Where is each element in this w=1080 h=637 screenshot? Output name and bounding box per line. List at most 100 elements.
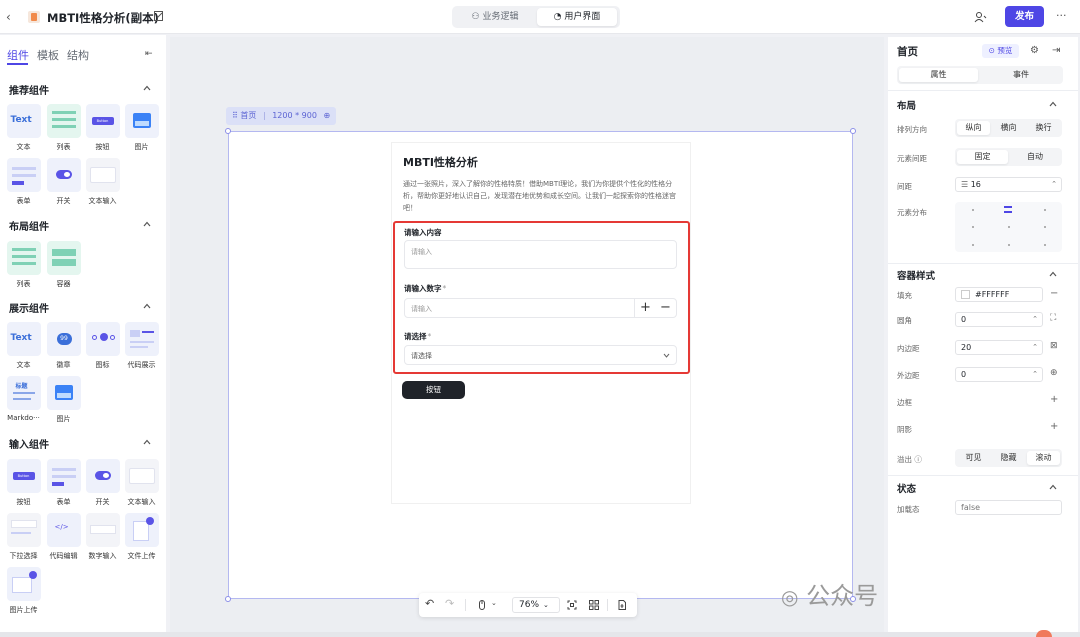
spacing-auto[interactable]: 自动 bbox=[1010, 150, 1060, 164]
frame-tag[interactable]: ⠿ 首页 | 1200 * 900 ⊕ bbox=[226, 107, 337, 125]
tab-user-interface[interactable]: ◔ 用户界面 bbox=[537, 8, 617, 26]
stepper-icon[interactable]: ⌃ bbox=[1051, 178, 1057, 191]
add-shadow-icon[interactable]: + bbox=[1050, 421, 1058, 432]
component-input-text[interactable]: 文本输入 bbox=[123, 459, 160, 507]
panel-toggle-icon[interactable]: ⇥ bbox=[1052, 45, 1060, 56]
component-dropdown[interactable]: 下拉选择 bbox=[5, 513, 42, 561]
margin-sides-icon[interactable]: ⊕ bbox=[1050, 368, 1058, 378]
component-code-display[interactable]: 代码展示 bbox=[123, 322, 160, 370]
stepper-icon[interactable]: ⌃ bbox=[1032, 313, 1038, 326]
more-icon[interactable]: ··· bbox=[1056, 9, 1067, 22]
export-icon[interactable] bbox=[617, 600, 627, 610]
fill-input[interactable]: #FFFFFF bbox=[955, 287, 1043, 302]
align-top-center-icon[interactable] bbox=[1004, 206, 1012, 213]
margin-input[interactable]: 0 ⌃ bbox=[955, 367, 1043, 382]
stepper-icon[interactable]: ⌃ bbox=[1032, 341, 1038, 354]
component-input-button[interactable]: Button 按钮 bbox=[5, 459, 42, 507]
tab-business-logic[interactable]: ⚇ 业务逻辑 bbox=[455, 8, 535, 26]
chevron-up-icon[interactable] bbox=[1049, 101, 1057, 107]
component-icon[interactable]: 图标 bbox=[84, 322, 121, 370]
component-text-input[interactable]: 文本输入 bbox=[84, 158, 121, 206]
component-file-upload[interactable]: 文件上传 bbox=[123, 513, 160, 561]
component-code-editor[interactable]: </> 代码编辑 bbox=[45, 513, 82, 561]
padding-input[interactable]: 20 ⌃ bbox=[955, 340, 1043, 355]
active-tab-indicator bbox=[7, 63, 28, 65]
gap-input[interactable]: ☰ 16 ⌃ bbox=[955, 177, 1062, 192]
undo-icon[interactable]: ↶ bbox=[425, 597, 435, 610]
chevron-down-icon[interactable]: ⌄ bbox=[491, 599, 497, 607]
collaborators-icon[interactable] bbox=[974, 11, 987, 23]
direction-wrap[interactable]: 换行 bbox=[1027, 121, 1060, 135]
collapse-panel-icon[interactable]: ⇤ bbox=[145, 49, 153, 59]
loading-state-input[interactable] bbox=[955, 500, 1062, 515]
padding-label: 内边距 bbox=[897, 344, 920, 353]
resize-handle[interactable] bbox=[850, 128, 856, 134]
spacing-fixed[interactable]: 固定 bbox=[957, 150, 1008, 164]
code-icon: </> bbox=[54, 523, 69, 531]
remove-fill-icon[interactable]: − bbox=[1050, 288, 1058, 299]
component-form[interactable]: 表单 bbox=[5, 158, 42, 206]
redo-icon[interactable]: ↷ bbox=[445, 597, 455, 610]
resize-handle[interactable] bbox=[225, 596, 231, 602]
component-input-switch[interactable]: 开关 bbox=[84, 459, 121, 507]
tab-templates[interactable]: 模板 bbox=[37, 47, 59, 63]
component-number-input[interactable]: 数字输入 bbox=[84, 513, 121, 561]
chevron-up-icon[interactable] bbox=[143, 303, 151, 309]
component-display-image[interactable]: 图片 bbox=[45, 376, 82, 424]
floating-badge-icon[interactable] bbox=[1036, 630, 1052, 637]
chevron-up-icon[interactable] bbox=[1049, 271, 1057, 277]
publish-button[interactable]: 发布 bbox=[1005, 6, 1044, 27]
corner-radius-icon[interactable]: ⛶ bbox=[1050, 313, 1056, 323]
margin-label: 外边距 bbox=[897, 371, 920, 380]
direction-vertical[interactable]: 纵向 bbox=[957, 121, 990, 135]
page-button[interactable]: 按钮 bbox=[402, 381, 465, 399]
canvas-toolbar: ↶ ↷ ⌄ 76% ⌄ bbox=[419, 593, 637, 617]
component-input-form[interactable]: 表单 bbox=[45, 459, 82, 507]
component-text[interactable]: Text 文本 bbox=[5, 104, 42, 152]
chevron-up-icon[interactable] bbox=[143, 439, 151, 445]
component-layout-list[interactable]: 列表 bbox=[5, 241, 42, 289]
settings-icon[interactable]: ⚙ bbox=[1030, 45, 1039, 56]
component-button[interactable]: Button 按钮 bbox=[84, 104, 121, 152]
padding-sides-icon[interactable]: ⊠ bbox=[1050, 341, 1058, 351]
back-icon[interactable]: ‹ bbox=[6, 10, 18, 24]
chevron-up-icon[interactable] bbox=[143, 221, 151, 227]
component-image-upload[interactable]: 图片上传 bbox=[5, 567, 42, 615]
mode-tabs: ⚇ 业务逻辑 ◔ 用户界面 bbox=[452, 6, 620, 28]
resize-handle[interactable] bbox=[225, 128, 231, 134]
mouse-icon[interactable] bbox=[477, 600, 487, 610]
component-display-text[interactable]: Text 文本 bbox=[5, 322, 42, 370]
radius-input[interactable]: 0 ⌃ bbox=[955, 312, 1043, 327]
component-image[interactable]: 图片 bbox=[123, 104, 160, 152]
add-circle-icon[interactable]: ⊕ bbox=[323, 111, 330, 120]
zoom-select[interactable]: 76% ⌄ bbox=[512, 597, 560, 613]
chevron-up-icon[interactable] bbox=[143, 85, 151, 91]
overflow-label: 溢出 ⓘ bbox=[897, 455, 922, 464]
tab-structure[interactable]: 结构 bbox=[67, 47, 89, 63]
overflow-hidden[interactable]: 隐藏 bbox=[992, 451, 1025, 465]
fit-screen-icon[interactable] bbox=[567, 600, 577, 610]
tab-events[interactable]: 事件 bbox=[981, 68, 1061, 82]
component-switch[interactable]: 开关 bbox=[45, 158, 82, 206]
overflow-visible[interactable]: 可见 bbox=[957, 451, 990, 465]
overflow-scroll[interactable]: 滚动 bbox=[1027, 451, 1060, 465]
spacing-segmented: 固定 自动 bbox=[955, 148, 1062, 166]
preview-button[interactable]: ⊙ 预览 bbox=[982, 44, 1019, 58]
component-container[interactable]: 容器 bbox=[45, 241, 82, 289]
section-title-input: 输入组件 bbox=[9, 440, 49, 451]
component-badge[interactable]: 99 徽章 bbox=[45, 322, 82, 370]
alignment-grid[interactable] bbox=[955, 202, 1062, 252]
stepper-icon[interactable]: ⌃ bbox=[1032, 368, 1038, 381]
tab-components[interactable]: 组件 bbox=[7, 47, 29, 63]
color-swatch[interactable] bbox=[961, 290, 970, 299]
overflow-segmented: 可见 隐藏 滚动 bbox=[955, 449, 1062, 467]
component-list[interactable]: 列表 bbox=[45, 104, 82, 152]
chevron-up-icon[interactable] bbox=[1049, 484, 1057, 490]
section-title-display: 展示组件 bbox=[9, 304, 49, 315]
add-border-icon[interactable]: + bbox=[1050, 394, 1058, 405]
direction-horizontal[interactable]: 横向 bbox=[992, 121, 1025, 135]
component-markdown[interactable]: 标题 Markdo··· bbox=[5, 376, 42, 422]
tab-properties[interactable]: 属性 bbox=[899, 68, 978, 82]
grid-icon[interactable] bbox=[589, 600, 599, 610]
edit-icon[interactable] bbox=[154, 10, 164, 22]
